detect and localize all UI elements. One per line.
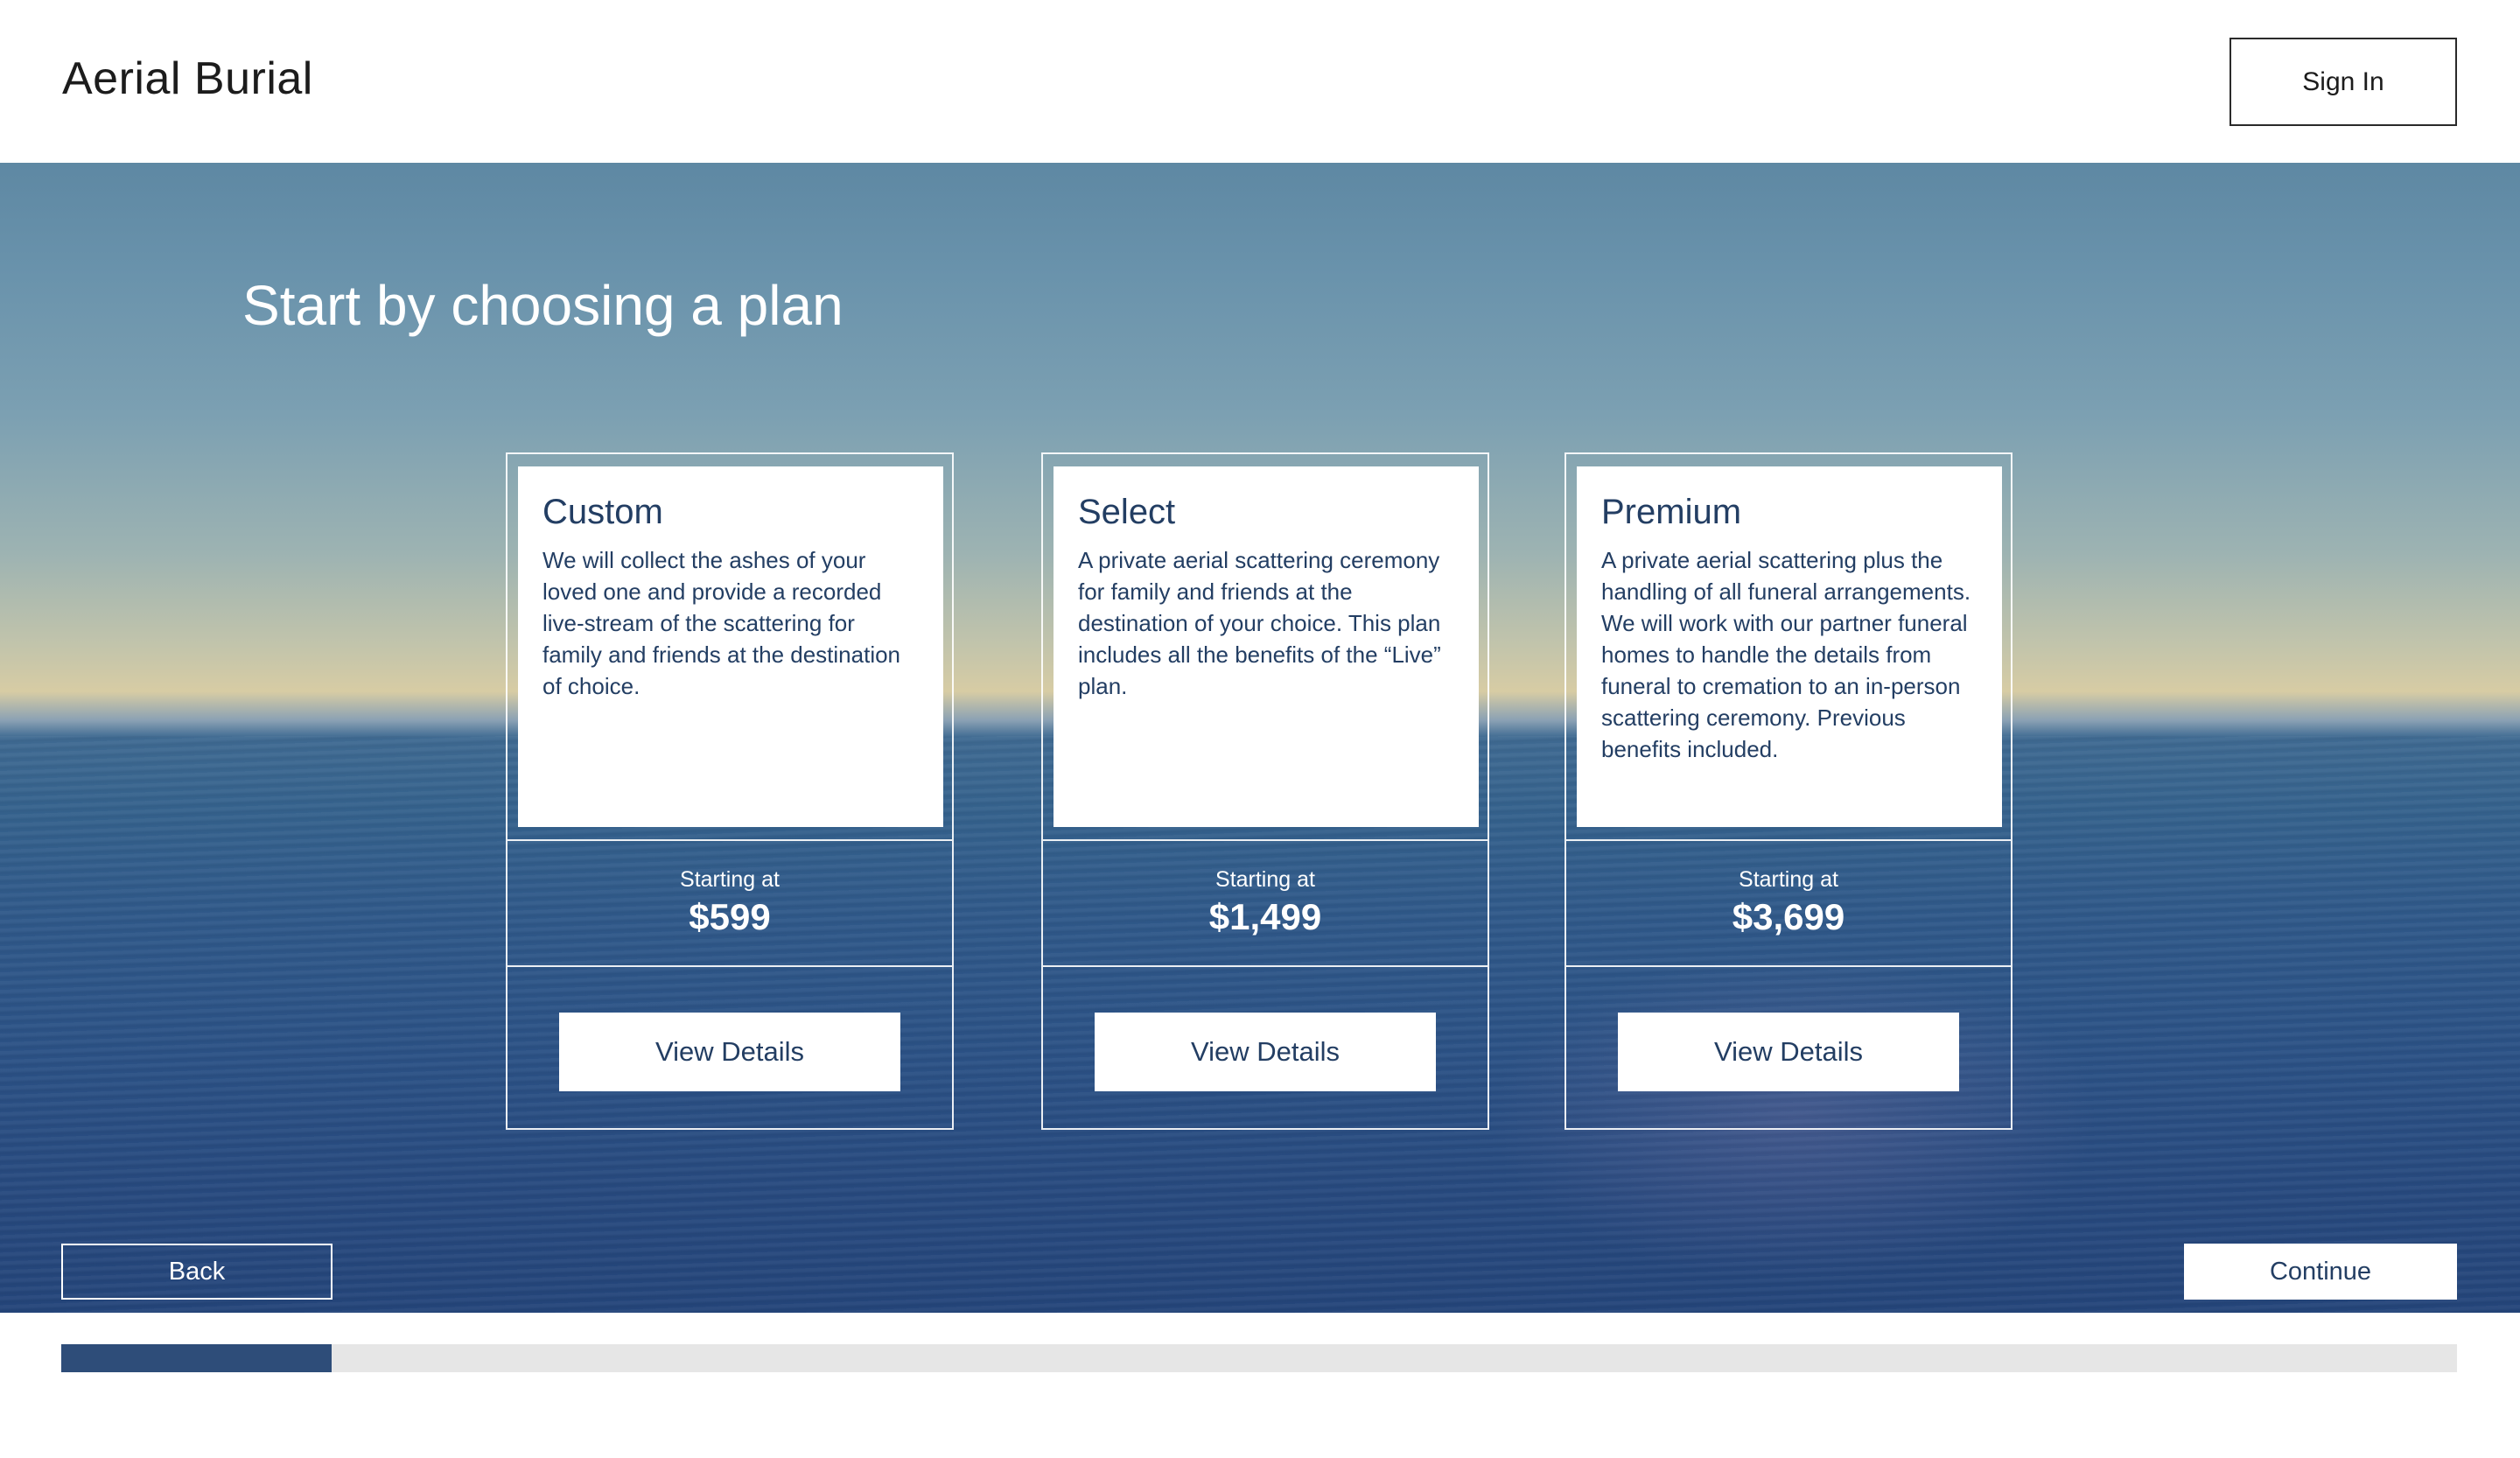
- starting-at-label: Starting at: [1215, 867, 1315, 892]
- plan-card-custom: Custom We will collect the ashes of your…: [506, 452, 954, 1130]
- view-details-button[interactable]: View Details: [1618, 1013, 1959, 1091]
- view-details-button[interactable]: View Details: [1095, 1013, 1436, 1091]
- brand-logo-text[interactable]: Aerial Burial: [62, 53, 313, 105]
- plan-card-select: Select A private aerial scattering cerem…: [1041, 452, 1489, 1130]
- plan-price-area: Starting at $599: [508, 839, 952, 967]
- hero-plan-section: Start by choosing a plan Custom We will …: [0, 163, 2520, 1313]
- starting-at-label: Starting at: [680, 867, 780, 892]
- plan-price-area: Starting at $1,499: [1043, 839, 1488, 967]
- continue-button[interactable]: Continue: [2184, 1244, 2457, 1300]
- top-header: Aerial Burial Sign In: [0, 0, 2520, 163]
- plan-price-area: Starting at $3,699: [1566, 839, 2011, 967]
- plan-card-body: Custom We will collect the ashes of your…: [518, 466, 943, 827]
- plan-description: A private aerial scattering ceremony for…: [1078, 547, 1441, 699]
- plan-price: $3,699: [1732, 896, 1845, 937]
- plan-price: $599: [689, 896, 771, 937]
- progress-fill: [61, 1344, 332, 1372]
- progress-bar: [61, 1344, 2457, 1372]
- plan-price: $1,499: [1208, 896, 1322, 937]
- plan-name: Select: [1078, 493, 1176, 531]
- plan-description: A private aerial scattering plus the han…: [1601, 547, 1971, 762]
- plan-card-body: Select A private aerial scattering cerem…: [1054, 466, 1479, 827]
- plan-name: Premium: [1601, 493, 1742, 531]
- starting-at-label: Starting at: [1739, 867, 1838, 892]
- sign-in-button[interactable]: Sign In: [2230, 38, 2457, 126]
- page-title: Start by choosing a plan: [242, 274, 844, 337]
- plan-card-premium: Premium A private aerial scattering plus…: [1564, 452, 2012, 1130]
- plan-name: Custom: [542, 493, 663, 531]
- view-details-button[interactable]: View Details: [559, 1013, 900, 1091]
- plan-description: We will collect the ashes of your loved …: [542, 547, 901, 699]
- back-button[interactable]: Back: [61, 1244, 332, 1300]
- plan-card-body: Premium A private aerial scattering plus…: [1577, 466, 2002, 827]
